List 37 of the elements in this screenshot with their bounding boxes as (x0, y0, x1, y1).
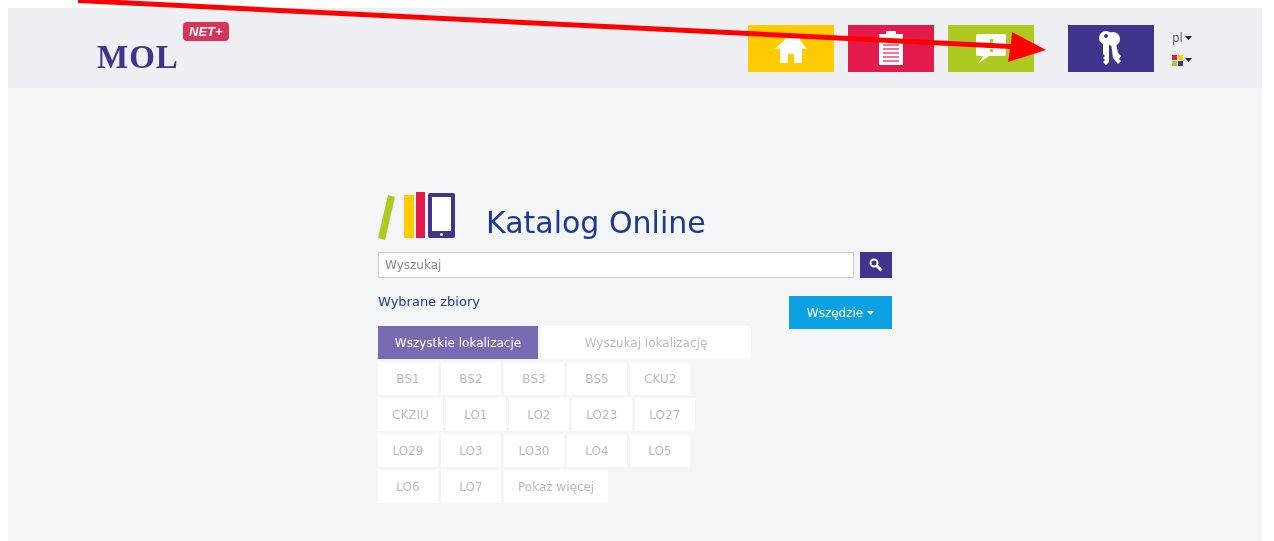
location-chip[interactable]: LO6 (378, 470, 438, 503)
nav-button[interactable] (1068, 24, 1154, 72)
location-chip[interactable]: BS1 (378, 362, 438, 395)
location-chip[interactable]: BS5 (567, 362, 627, 395)
search-button[interactable] (860, 252, 892, 278)
location-chip[interactable]: LO7 (441, 470, 501, 503)
language-dropdown[interactable]: pl (1172, 30, 1192, 45)
location-chip[interactable]: LO3 (441, 434, 501, 467)
location-chip[interactable]: LO2 (508, 398, 569, 431)
location-chip[interactable]: LO4 (567, 434, 627, 467)
location-chip[interactable]: BS3 (504, 362, 564, 395)
search-field[interactable]: Wyszukaj (378, 252, 854, 278)
logo-badge: NET+ (183, 22, 229, 41)
theme-dropdown[interactable] (1172, 54, 1192, 66)
collections-link[interactable]: Wybrane zbiory (378, 294, 480, 309)
location-chip[interactable]: LO23 (571, 398, 632, 431)
color-squares-icon (1172, 54, 1183, 66)
catalog-title: Katalog Online (486, 208, 706, 240)
location-tab[interactable]: Wszystkie lokalizacje (378, 326, 538, 359)
caret-icon (1185, 58, 1192, 62)
location-chip[interactable]: LO29 (378, 434, 438, 467)
show-more-button[interactable]: Pokaż więcej (504, 470, 609, 503)
location-chip[interactable]: LO30 (504, 434, 564, 467)
location-chip[interactable]: LO5 (630, 434, 690, 467)
location-tab[interactable]: Wyszukaj lokalizację (541, 326, 751, 359)
location-chip[interactable]: LO27 (634, 398, 695, 431)
location-chip[interactable]: BS2 (441, 362, 501, 395)
scope-dropdown[interactable]: Wszędzie (789, 296, 892, 329)
logo-text: MOL (97, 41, 179, 74)
caret-icon (1184, 35, 1192, 40)
books-tablet-icon (378, 190, 456, 240)
location-chip[interactable]: LO1 (445, 398, 506, 431)
caret-icon (867, 310, 875, 315)
location-chip[interactable]: CKU2 (630, 362, 691, 395)
location-chip[interactable]: CKZIU (378, 398, 443, 431)
search-icon (869, 258, 883, 272)
keys-icon (1098, 31, 1124, 65)
